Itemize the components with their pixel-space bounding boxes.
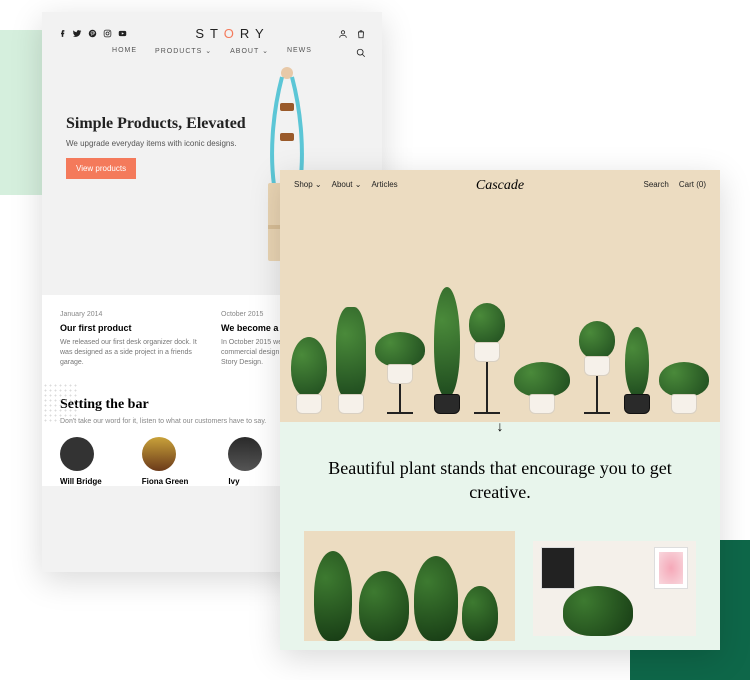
- nav-home[interactable]: HOME: [112, 47, 137, 55]
- story-logo[interactable]: STORY: [195, 26, 269, 41]
- timeline-body: We released our first desk organizer doc…: [60, 338, 203, 367]
- hero-plants: [280, 247, 720, 422]
- person-card[interactable]: Fiona Green: [142, 437, 189, 486]
- timeline-title: Our first product: [60, 323, 203, 333]
- nav-search[interactable]: Search: [644, 180, 669, 189]
- cascade-logo[interactable]: Cascade: [476, 178, 524, 194]
- person-name: Ivy: [228, 477, 262, 486]
- logo-text: RY: [240, 26, 270, 41]
- instagram-icon[interactable]: [103, 29, 112, 38]
- person-card[interactable]: Ivy: [228, 437, 262, 486]
- view-products-button[interactable]: View products: [66, 158, 136, 179]
- bag-icon[interactable]: [356, 29, 366, 39]
- scroll-down-icon[interactable]: ↓: [497, 418, 504, 434]
- account-icon[interactable]: [338, 29, 348, 39]
- header-actions: [338, 29, 366, 39]
- story-header: STORY: [42, 12, 382, 47]
- nav-about[interactable]: About ⌄: [332, 180, 362, 189]
- cascade-gallery: [280, 531, 720, 650]
- tagline-text: Beautiful plant stands that encourage yo…: [320, 456, 680, 505]
- timeline-date: January 2014: [60, 311, 203, 318]
- logo-text: ST: [195, 26, 223, 41]
- avatar: [60, 437, 94, 471]
- youtube-icon[interactable]: [118, 29, 127, 38]
- cascade-template-preview: Shop ⌄ About ⌄ Articles Search Cart (0) …: [280, 170, 720, 650]
- gallery-image-2[interactable]: [533, 541, 696, 636]
- facebook-icon[interactable]: [58, 29, 67, 38]
- nav-shop[interactable]: Shop ⌄: [294, 180, 322, 189]
- nav-news[interactable]: NEWS: [287, 47, 312, 55]
- logo-accent: O: [224, 26, 240, 41]
- twitter-icon[interactable]: [73, 29, 82, 38]
- gallery-image-1[interactable]: [304, 531, 515, 641]
- cascade-tagline: Beautiful plant stands that encourage yo…: [280, 422, 720, 531]
- nav-articles[interactable]: Articles: [371, 180, 397, 189]
- pinterest-icon[interactable]: [88, 29, 97, 38]
- person-name: Will Bridge: [60, 477, 102, 486]
- dots-decoration: [42, 383, 78, 423]
- search-icon[interactable]: [356, 48, 366, 58]
- social-icons: [58, 29, 127, 38]
- avatar: [142, 437, 176, 471]
- nav-cart[interactable]: Cart (0): [679, 180, 706, 189]
- nav-products[interactable]: PRODUCTS ⌄: [155, 47, 212, 55]
- cascade-hero: Shop ⌄ About ⌄ Articles Search Cart (0) …: [280, 170, 720, 422]
- timeline-item: January 2014 Our first product We releas…: [60, 311, 203, 367]
- person-card[interactable]: Will Bridge: [60, 437, 102, 486]
- nav-about[interactable]: ABOUT ⌄: [230, 47, 269, 55]
- story-nav: HOME PRODUCTS ⌄ ABOUT ⌄ NEWS: [42, 47, 382, 65]
- avatar: [228, 437, 262, 471]
- person-name: Fiona Green: [142, 477, 189, 486]
